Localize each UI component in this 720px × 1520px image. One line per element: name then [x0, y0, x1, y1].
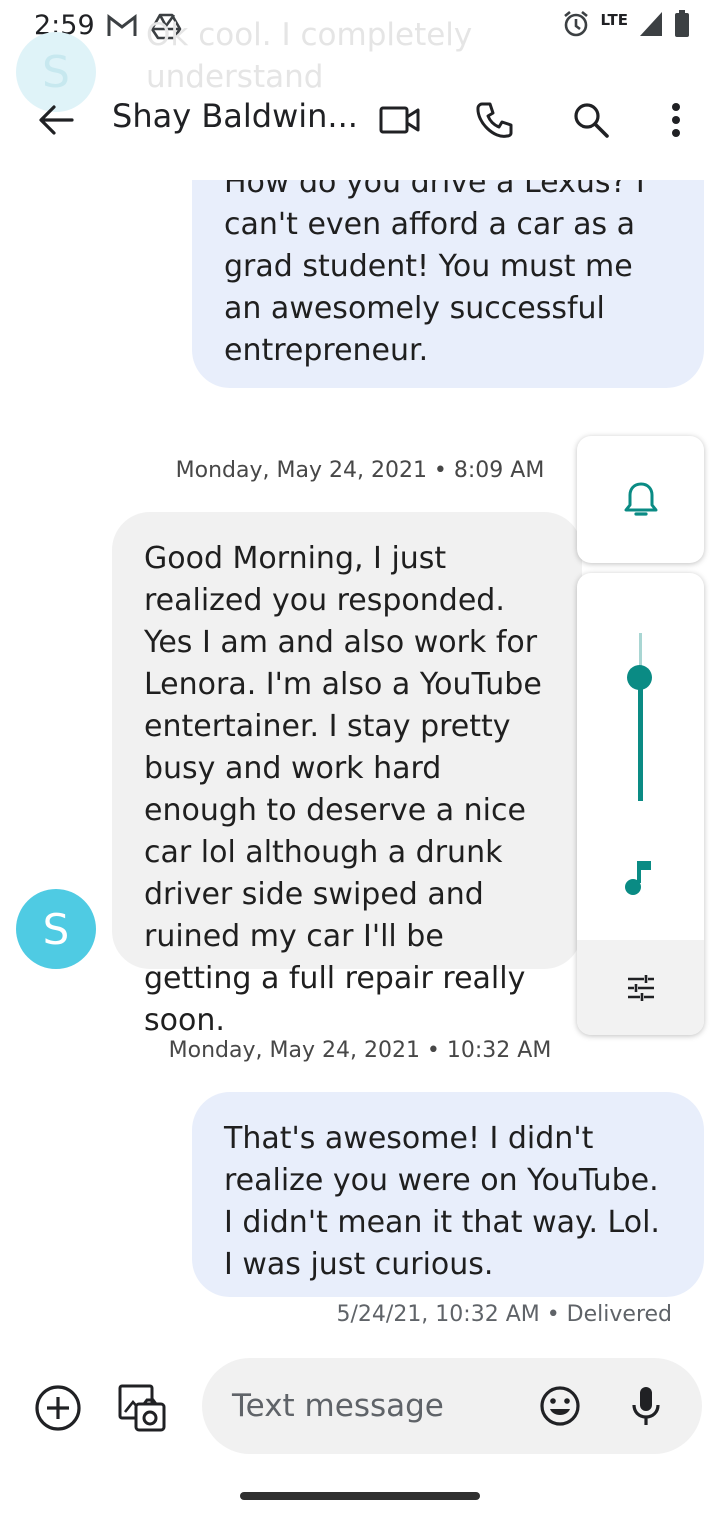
phone-call-button[interactable]: [472, 96, 520, 144]
tune-icon: [627, 974, 654, 1001]
message-text: That's awesome! I didn't realize you wer…: [224, 1121, 660, 1282]
message-text: Good Morning, I just realized you respon…: [144, 541, 542, 1038]
message-input-placeholder: Text message: [232, 1388, 444, 1424]
message-bubble-outgoing[interactable]: That's awesome! I didn't realize you wer…: [192, 1092, 704, 1297]
network-type: LTE: [600, 11, 628, 29]
message-input[interactable]: Text message: [202, 1358, 702, 1454]
volume-slider-fill: [638, 677, 643, 801]
contact-avatar[interactable]: S: [16, 889, 96, 969]
battery-icon: [675, 10, 689, 37]
back-arrow-icon[interactable]: [34, 98, 78, 142]
conversation-toolbar: Shay Baldwin...: [0, 80, 720, 158]
volume-settings-button[interactable]: [577, 940, 704, 1035]
search-button[interactable]: [567, 96, 615, 144]
volume-slider-thumb[interactable]: [627, 665, 652, 690]
mic-icon[interactable]: [624, 1384, 668, 1428]
message-text: How do you drive a Lexus? I can't even a…: [224, 180, 645, 368]
delivery-status: 5/24/21, 10:32 AM • Delivered: [336, 1302, 673, 1327]
video-call-button[interactable]: [376, 96, 424, 144]
contact-name[interactable]: Shay Baldwin...: [112, 97, 358, 135]
gallery-icon[interactable]: [116, 1382, 168, 1434]
gmail-icon: [107, 13, 137, 36]
navigation-handle[interactable]: [240, 1492, 480, 1500]
message-bubble-incoming[interactable]: Good Morning, I just realized you respon…: [112, 512, 582, 1038]
message-bubble-outgoing[interactable]: How do you drive a Lexus? I can't even a…: [192, 180, 704, 388]
more-vert-icon: [672, 103, 680, 137]
add-icon[interactable]: [34, 1384, 82, 1432]
alarm-icon: [564, 10, 589, 37]
ringer-mode-button[interactable]: [577, 436, 704, 563]
date-separator: Monday, May 24, 2021 • 10:32 AM: [168, 1038, 552, 1063]
video-call-icon: [379, 106, 420, 134]
emoji-icon[interactable]: [538, 1384, 582, 1428]
volume-panel: [577, 573, 704, 1035]
more-options-button[interactable]: [652, 96, 700, 144]
bell-icon: [624, 482, 657, 516]
music-note-icon: [625, 861, 651, 895]
search-icon: [574, 103, 609, 138]
phone-icon: [476, 102, 513, 138]
signal-icon: [640, 12, 662, 36]
